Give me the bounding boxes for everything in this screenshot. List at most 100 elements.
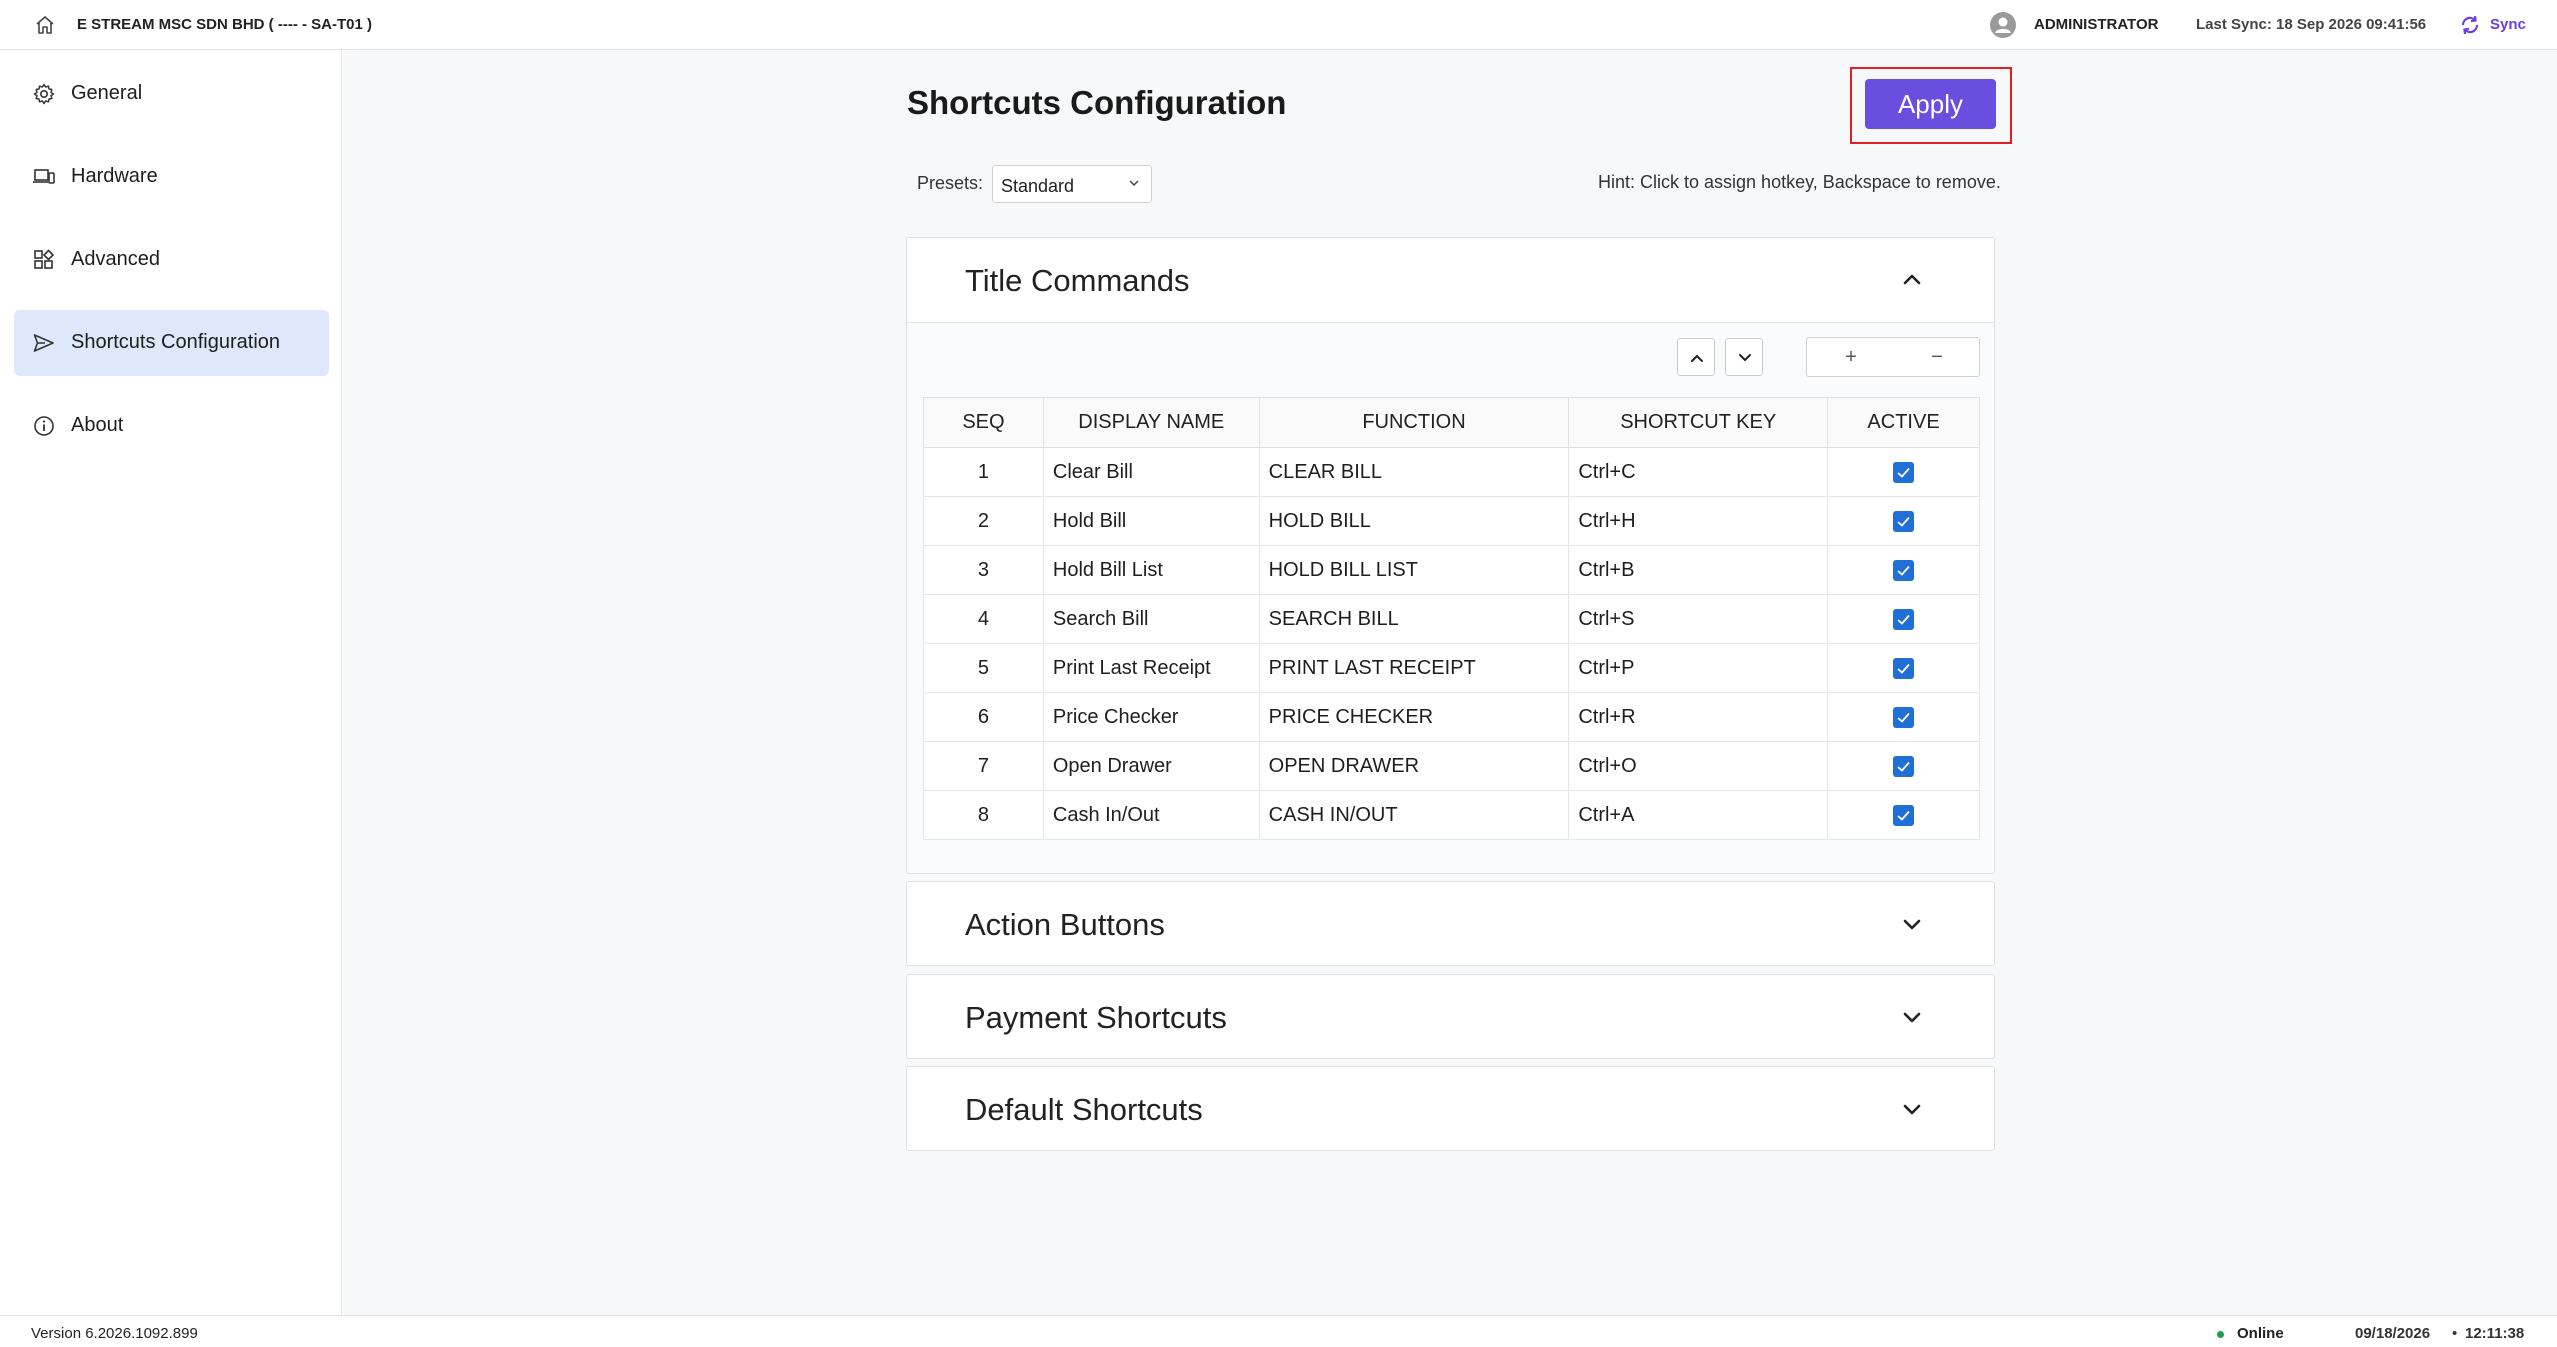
title-commands-header[interactable]: Title Commands bbox=[907, 238, 1994, 323]
active-checkbox[interactable] bbox=[1893, 559, 1915, 581]
active-cell bbox=[1827, 496, 1980, 546]
display-name-cell[interactable]: Hold Bill bbox=[1042, 496, 1260, 546]
status-date: 09/18/2026 bbox=[2355, 1325, 2431, 1342]
function-cell: SEARCH BILL bbox=[1258, 594, 1570, 644]
sidebar-item-label: Shortcuts Configuration bbox=[71, 331, 281, 353]
checkmark-icon bbox=[1897, 467, 1910, 478]
user-avatar-icon[interactable] bbox=[1990, 12, 2016, 38]
shortcut-key-cell[interactable]: Ctrl+A bbox=[1568, 790, 1829, 840]
sidebar: General Hardware Advanced Shortcuts Conf… bbox=[0, 50, 342, 1315]
shortcut-key-cell[interactable]: Ctrl+C bbox=[1568, 447, 1829, 497]
status-bar: Version 6.2026.1092.899 Online 09/18/202… bbox=[0, 1315, 2557, 1347]
checkmark-icon bbox=[1897, 614, 1910, 625]
active-checkbox[interactable] bbox=[1893, 755, 1915, 777]
function-cell: PRICE CHECKER bbox=[1258, 692, 1570, 742]
function-cell: OPEN DRAWER bbox=[1258, 741, 1570, 791]
seq-cell: 1 bbox=[923, 447, 1044, 497]
sidebar-item-advanced[interactable]: Advanced bbox=[14, 227, 329, 293]
page-title: Shortcuts Configuration bbox=[907, 84, 1287, 121]
column-header-active[interactable]: ACTIVE bbox=[1827, 397, 1980, 448]
shortcut-key-cell[interactable]: Ctrl+P bbox=[1568, 643, 1829, 693]
table-row[interactable]: 7 Open Drawer OPEN DRAWER Ctrl+O bbox=[923, 741, 1980, 791]
apply-button[interactable]: Apply bbox=[1865, 79, 1996, 129]
top-bar: E STREAM MSC SDN BHD ( ---- - SA-T01 ) A… bbox=[0, 0, 2557, 50]
panel-title: Action Buttons bbox=[965, 907, 1165, 942]
chevron-up-icon[interactable] bbox=[1900, 268, 1924, 292]
grid-icon bbox=[32, 248, 56, 272]
shortcut-key-cell[interactable]: Ctrl+B bbox=[1568, 545, 1829, 595]
add-row-button[interactable]: + bbox=[1836, 346, 1866, 369]
active-checkbox[interactable] bbox=[1893, 706, 1915, 728]
active-checkbox[interactable] bbox=[1893, 510, 1915, 532]
function-cell: CLEAR BILL bbox=[1258, 447, 1570, 497]
active-checkbox[interactable] bbox=[1893, 608, 1915, 630]
table-row[interactable]: 4 Search Bill SEARCH BILL Ctrl+S bbox=[923, 594, 1980, 644]
active-cell bbox=[1827, 692, 1980, 742]
sidebar-item-hardware[interactable]: Hardware bbox=[14, 144, 329, 210]
chevron-down-icon bbox=[1127, 176, 1141, 190]
devices-icon bbox=[32, 165, 56, 189]
display-name-cell[interactable]: Search Bill bbox=[1042, 594, 1260, 644]
sidebar-item-shortcuts-configuration[interactable]: Shortcuts Configuration bbox=[14, 310, 329, 376]
column-header-function[interactable]: FUNCTION bbox=[1258, 397, 1570, 448]
display-name-cell[interactable]: Clear Bill bbox=[1042, 447, 1260, 497]
seq-cell: 3 bbox=[923, 545, 1044, 595]
shortcut-key-cell[interactable]: Ctrl+H bbox=[1568, 496, 1829, 546]
table-row[interactable]: 2 Hold Bill HOLD BILL Ctrl+H bbox=[923, 496, 1980, 546]
shortcut-key-cell[interactable]: Ctrl+S bbox=[1568, 594, 1829, 644]
move-down-button[interactable] bbox=[1725, 338, 1763, 376]
send-icon bbox=[32, 331, 56, 355]
seq-cell: 6 bbox=[923, 692, 1044, 742]
sidebar-item-label: Hardware bbox=[71, 165, 158, 187]
table-row[interactable]: 1 Clear Bill CLEAR BILL Ctrl+C bbox=[923, 447, 1980, 497]
display-name-cell[interactable]: Cash In/Out bbox=[1042, 790, 1260, 840]
display-name-cell[interactable]: Print Last Receipt bbox=[1042, 643, 1260, 693]
sync-icon[interactable] bbox=[2458, 13, 2482, 37]
remove-row-button[interactable]: − bbox=[1922, 346, 1952, 369]
presets-select[interactable]: Standard bbox=[992, 165, 1152, 203]
payment-shortcuts-panel[interactable]: Payment Shortcuts bbox=[906, 974, 1995, 1059]
title-commands-panel: Title Commands + − SEQ DISPLAY NAME FUNC… bbox=[906, 237, 1995, 874]
active-cell bbox=[1827, 741, 1980, 791]
chevron-down-icon bbox=[1739, 354, 1751, 362]
status-time: 12:11:38 bbox=[2465, 1325, 2525, 1342]
display-name-cell[interactable]: Hold Bill List bbox=[1042, 545, 1260, 595]
column-header-display-name[interactable]: DISPLAY NAME bbox=[1042, 397, 1260, 448]
display-name-cell[interactable]: Price Checker bbox=[1042, 692, 1260, 742]
move-up-button[interactable] bbox=[1677, 338, 1715, 376]
user-name[interactable]: ADMINISTRATOR bbox=[2034, 16, 2158, 33]
home-icon[interactable] bbox=[34, 14, 56, 36]
table-row[interactable]: 8 Cash In/Out CASH IN/OUT Ctrl+A bbox=[923, 790, 1980, 840]
table-row[interactable]: 6 Price Checker PRICE CHECKER Ctrl+R bbox=[923, 692, 1980, 742]
default-shortcuts-panel[interactable]: Default Shortcuts bbox=[906, 1066, 1995, 1151]
sync-button[interactable]: Sync bbox=[2490, 16, 2526, 33]
column-header-seq[interactable]: SEQ bbox=[923, 397, 1044, 448]
panel-title: Title Commands bbox=[965, 263, 1190, 298]
online-status: Online bbox=[2237, 1325, 2284, 1342]
chevron-down-icon[interactable] bbox=[1900, 1005, 1924, 1029]
sidebar-item-general[interactable]: General bbox=[14, 61, 329, 127]
sidebar-item-label: About bbox=[71, 414, 124, 436]
last-sync-text: Last Sync: 18 Sep 2026 09:41:56 bbox=[2196, 16, 2427, 33]
presets-value: Standard bbox=[1001, 176, 1075, 196]
active-cell bbox=[1827, 545, 1980, 595]
seq-cell: 8 bbox=[923, 790, 1044, 840]
function-cell: CASH IN/OUT bbox=[1258, 790, 1570, 840]
active-checkbox[interactable] bbox=[1893, 461, 1915, 483]
table-row[interactable]: 5 Print Last Receipt PRINT LAST RECEIPT … bbox=[923, 643, 1980, 693]
sidebar-item-about[interactable]: About bbox=[14, 393, 329, 459]
active-checkbox[interactable] bbox=[1893, 657, 1915, 679]
action-buttons-panel[interactable]: Action Buttons bbox=[906, 881, 1995, 966]
active-checkbox[interactable] bbox=[1893, 804, 1915, 826]
display-name-cell[interactable]: Open Drawer bbox=[1042, 741, 1260, 791]
add-remove-group: + − bbox=[1806, 337, 1980, 377]
chevron-down-icon[interactable] bbox=[1900, 912, 1924, 936]
chevron-down-icon[interactable] bbox=[1900, 1097, 1924, 1121]
column-header-shortcut-key[interactable]: SHORTCUT KEY bbox=[1568, 397, 1829, 448]
active-cell bbox=[1827, 643, 1980, 693]
table-row[interactable]: 3 Hold Bill List HOLD BILL LIST Ctrl+B bbox=[923, 545, 1980, 595]
panel-title: Payment Shortcuts bbox=[965, 1000, 1227, 1035]
shortcut-key-cell[interactable]: Ctrl+O bbox=[1568, 741, 1829, 791]
function-cell: PRINT LAST RECEIPT bbox=[1258, 643, 1570, 693]
shortcut-key-cell[interactable]: Ctrl+R bbox=[1568, 692, 1829, 742]
